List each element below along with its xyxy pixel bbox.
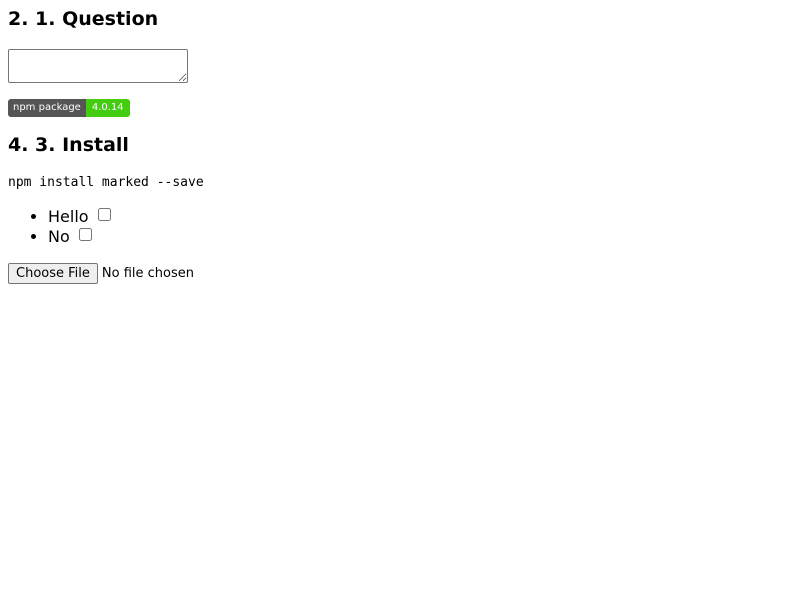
option-label-no: No	[48, 227, 70, 246]
page: 2. 1. Question npm package 4.0.14 4. 3. …	[0, 0, 800, 600]
list-item: Hello	[48, 207, 792, 227]
options-list: Hello No	[8, 207, 792, 247]
file-status-text: No file chosen	[101, 266, 194, 281]
answer-textarea[interactable]	[8, 49, 188, 83]
option-checkbox-hello[interactable]	[97, 208, 111, 221]
choose-file-button[interactable]: Choose File	[8, 263, 98, 284]
list-item: No	[48, 227, 792, 247]
option-label-hello: Hello	[48, 207, 89, 226]
badge-version: 4.0.14	[85, 99, 130, 117]
badge-label: npm package	[8, 99, 86, 117]
section-heading-install: 4. 3. Install	[8, 134, 129, 156]
section-heading-question: 2. 1. Question	[8, 8, 159, 30]
install-command-code: npm install marked --save	[8, 175, 204, 190]
textarea-container	[8, 49, 792, 83]
npm-version-badge[interactable]: npm package 4.0.14	[8, 99, 130, 117]
option-checkbox-no[interactable]	[78, 228, 92, 241]
file-input: Choose File No file chosen	[8, 263, 792, 284]
